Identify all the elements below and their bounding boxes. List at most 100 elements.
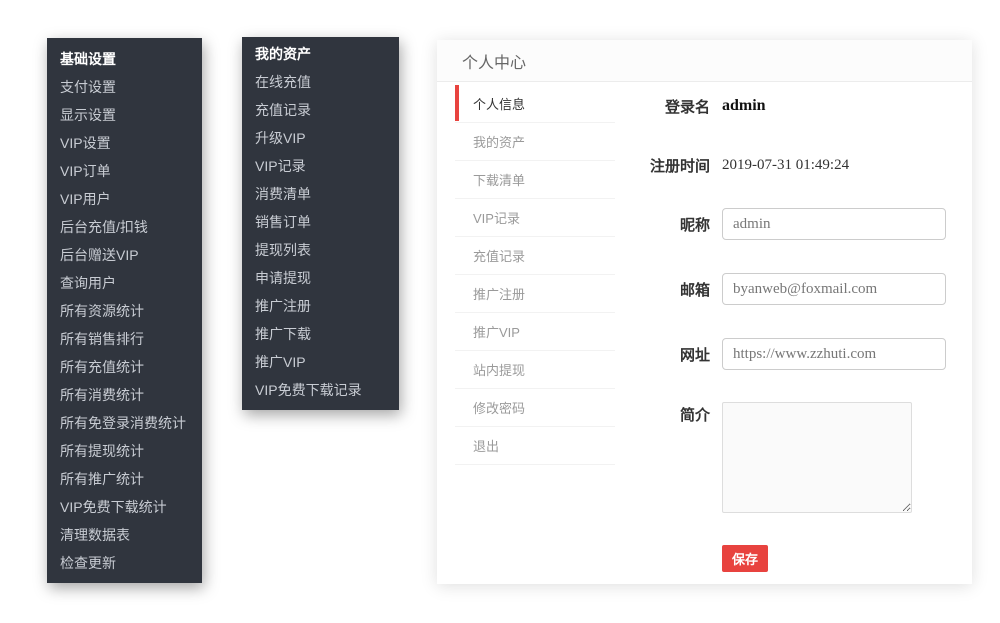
menu-item-label: 后台赠送VIP (60, 245, 139, 265)
menu-item-label: 推广注册 (255, 296, 311, 316)
menu-item[interactable]: 申请提现 (242, 264, 399, 292)
menu-item[interactable]: 显示设置 (47, 101, 202, 129)
menu-item-label: 推广下载 (255, 324, 311, 344)
menu-item[interactable]: 清理数据表 (47, 521, 202, 549)
email-row: 邮箱 (605, 273, 946, 305)
email-label: 邮箱 (605, 279, 710, 300)
menu-item[interactable]: 提现列表 (242, 236, 399, 264)
website-field[interactable] (722, 338, 946, 370)
email-field[interactable] (722, 273, 946, 305)
menu-item-label: 升级VIP (255, 128, 306, 148)
menu-item-label: 我的资产 (255, 44, 311, 64)
menu-item-label: 后台充值/扣钱 (60, 217, 148, 237)
menu-item-label: 消费清单 (255, 184, 311, 204)
menu-item[interactable]: 后台赠送VIP (47, 241, 202, 269)
menu-item[interactable]: 我的资产 (242, 40, 399, 68)
menu-item[interactable]: 查询用户 (47, 269, 202, 297)
menu-item[interactable]: 在线充值 (242, 68, 399, 96)
menu-item[interactable]: 检查更新 (47, 549, 202, 577)
menu-item-label: 充值记录 (255, 100, 311, 120)
personal-center-panel: 个人中心 个人信息 我的资产 下载清单 VIP记录 充值记录 推广注册 推广VI… (437, 40, 972, 584)
register-time-label: 注册时间 (605, 155, 710, 176)
bio-textarea[interactable] (722, 402, 912, 513)
login-name-label: 登录名 (605, 96, 710, 117)
nickname-input[interactable] (722, 208, 946, 240)
menu-item-label: 清理数据表 (60, 525, 130, 545)
menu-item[interactable]: 基础设置 (47, 45, 202, 73)
assets-menu: 我的资产 在线充值 充值记录 升级VIP VIP记录 消费清单 销售订单 提现列… (242, 37, 399, 410)
menu-item[interactable]: 所有资源统计 (47, 297, 202, 325)
menu-item-label: 基础设置 (60, 49, 116, 69)
menu-item-label: VIP订单 (60, 161, 111, 181)
menu-item[interactable]: 后台充值/扣钱 (47, 213, 202, 241)
menu-item[interactable]: 所有充值统计 (47, 353, 202, 381)
menu-item[interactable]: VIP免费下载记录 (242, 376, 399, 404)
menu-item[interactable]: 充值记录 (242, 96, 399, 124)
menu-item-label: 显示设置 (60, 105, 116, 125)
menu-item-label: 所有免登录消费统计 (60, 413, 186, 433)
menu-item-label: 在线充值 (255, 72, 311, 92)
menu-item[interactable]: 推广VIP (242, 348, 399, 376)
menu-item[interactable]: 所有销售排行 (47, 325, 202, 353)
website-row: 网址 (605, 338, 946, 370)
menu-item-label: 所有销售排行 (60, 329, 144, 349)
menu-item[interactable]: 所有提现统计 (47, 437, 202, 465)
menu-item[interactable]: VIP设置 (47, 129, 202, 157)
bio-row: 简介 (605, 402, 912, 513)
menu-item[interactable]: VIP记录 (242, 152, 399, 180)
menu-item-label: 所有推广统计 (60, 469, 144, 489)
tab[interactable]: VIP记录 (455, 199, 615, 237)
menu-item[interactable]: 推广下载 (242, 320, 399, 348)
nickname-label: 昵称 (605, 214, 710, 235)
menu-item-label: VIP免费下载记录 (255, 380, 362, 400)
tab[interactable]: 推广VIP (455, 313, 615, 351)
tab-label: 退出 (473, 436, 499, 455)
menu-item-label: 所有消费统计 (60, 385, 144, 405)
menu-item-label: 查询用户 (60, 273, 116, 293)
website-label: 网址 (605, 344, 710, 365)
tab-label: 下载清单 (473, 170, 525, 189)
tab[interactable]: 个人信息 (455, 85, 615, 123)
menu-item[interactable]: 所有推广统计 (47, 465, 202, 493)
register-time-value: 2019-07-31 01:49:24 (722, 157, 849, 174)
tab-label: 我的资产 (473, 132, 525, 151)
menu-item[interactable]: 消费清单 (242, 180, 399, 208)
menu-item-label: 支付设置 (60, 77, 116, 97)
menu-item-label: 所有提现统计 (60, 441, 144, 461)
nickname-row: 昵称 (605, 208, 946, 240)
panel-header: 个人中心 (437, 40, 972, 82)
tab-label: 推广VIP (473, 322, 520, 341)
menu-item[interactable]: 所有免登录消费统计 (47, 409, 202, 437)
tab-label: 站内提现 (473, 360, 525, 379)
tab[interactable]: 修改密码 (455, 389, 615, 427)
menu-item-label: 推广VIP (255, 352, 306, 372)
menu-item[interactable]: VIP免费下载统计 (47, 493, 202, 521)
tab-label: 修改密码 (473, 398, 525, 417)
tab[interactable]: 推广注册 (455, 275, 615, 313)
menu-item-label: VIP免费下载统计 (60, 497, 167, 517)
tab-label: 个人信息 (473, 94, 525, 113)
tab[interactable]: 我的资产 (455, 123, 615, 161)
tab-label: VIP记录 (473, 208, 520, 227)
menu-item-label: 申请提现 (255, 268, 311, 288)
menu-item[interactable]: 销售订单 (242, 208, 399, 236)
menu-item[interactable]: 推广注册 (242, 292, 399, 320)
menu-item[interactable]: 支付设置 (47, 73, 202, 101)
menu-item[interactable]: VIP用户 (47, 185, 202, 213)
menu-item-label: 所有资源统计 (60, 301, 144, 321)
tab[interactable]: 退出 (455, 427, 615, 465)
save-button[interactable]: 保存 (722, 545, 768, 572)
menu-item[interactable]: 升级VIP (242, 124, 399, 152)
tab[interactable]: 站内提现 (455, 351, 615, 389)
login-name-row: 登录名 admin (605, 96, 766, 116)
page-title: 个人中心 (462, 49, 526, 73)
menu-item-label: VIP用户 (60, 189, 111, 209)
register-time-row: 注册时间 2019-07-31 01:49:24 (605, 155, 849, 175)
menu-item[interactable]: VIP订单 (47, 157, 202, 185)
menu-item[interactable]: 所有消费统计 (47, 381, 202, 409)
tab[interactable]: 充值记录 (455, 237, 615, 275)
tab[interactable]: 下载清单 (455, 161, 615, 199)
menu-item-label: 所有充值统计 (60, 357, 144, 377)
menu-item-label: 销售订单 (255, 212, 311, 232)
tab-label: 充值记录 (473, 246, 525, 265)
